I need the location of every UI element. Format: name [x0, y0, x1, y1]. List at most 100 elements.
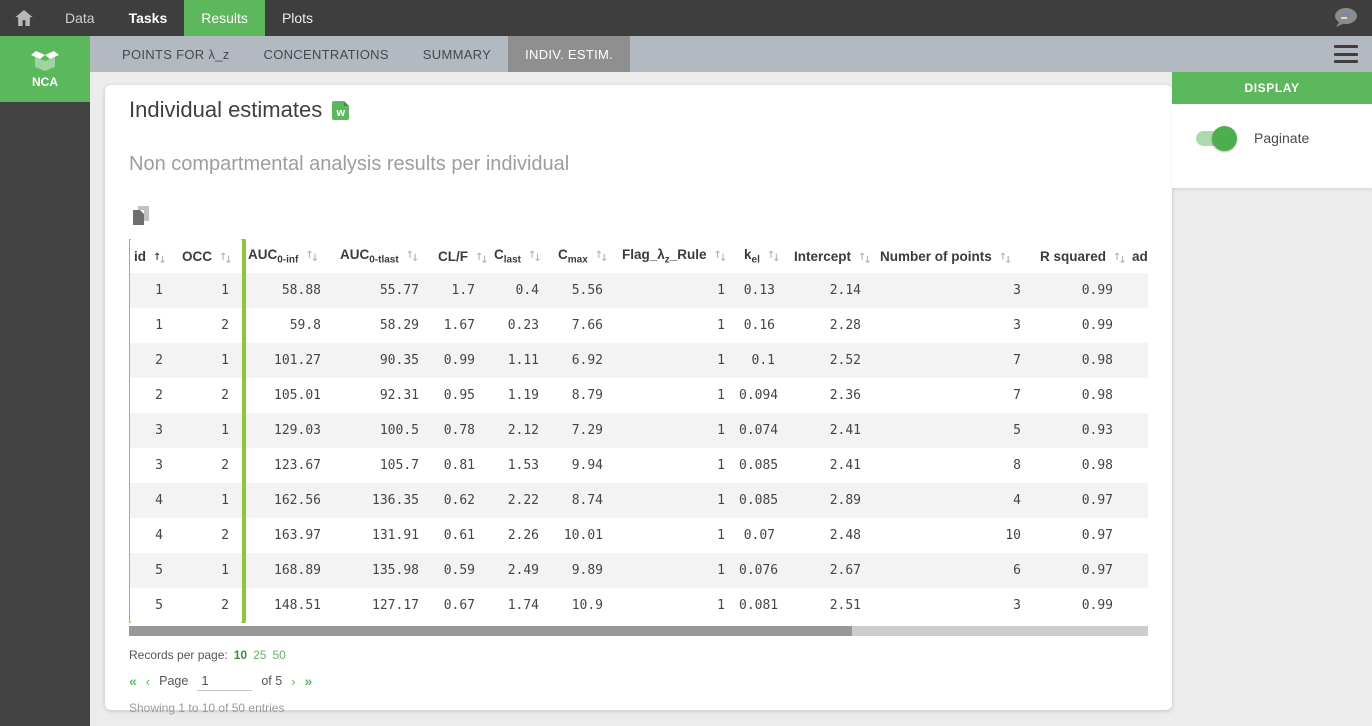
cell: 3	[1013, 283, 1021, 298]
sort-arrows-icon[interactable]: ↑↓	[595, 250, 609, 264]
cell: 0.61	[443, 528, 475, 543]
cell: 0.094	[739, 388, 779, 403]
cell: 1	[717, 493, 725, 508]
prev-page-button[interactable]: ‹	[146, 674, 150, 689]
records-option-50[interactable]: 50	[272, 648, 285, 662]
table-row: 1 1 58.88 55.77 1.7 0.4 5.56 1 0.13 2.14 3 0.99	[129, 273, 1148, 308]
table-row: 2 2 105.01 92.31 0.95 1.19 8.79 1 0.094 2.36 7 0.98	[129, 378, 1148, 413]
sort-arrows-icon[interactable]: ↑↓	[475, 252, 489, 266]
cell: 0.98	[1081, 353, 1113, 368]
cell: 0.97	[1081, 563, 1113, 578]
column-header-intercept[interactable]: Intercept ↑↓	[789, 239, 875, 273]
nav-item-data[interactable]: Data	[48, 0, 112, 36]
cell: 4	[155, 493, 163, 508]
menu-hamburger-icon[interactable]	[1334, 45, 1358, 63]
copy-table-icon[interactable]	[133, 206, 149, 225]
cell: 7.66	[571, 318, 603, 333]
sort-arrows-icon[interactable]: ↑↓	[528, 250, 542, 264]
nav-item-plots[interactable]: Plots	[265, 0, 330, 36]
page-title: Individual estimates	[129, 97, 323, 122]
column-header-cmax[interactable]: Cmax ↑↓	[553, 239, 617, 273]
sort-arrows-icon[interactable]: ↑↓	[1113, 252, 1127, 266]
cell: 1	[221, 283, 229, 298]
cell: 90.35	[379, 353, 419, 368]
cell: 0.98	[1081, 458, 1113, 473]
cell: 1.7	[451, 283, 475, 298]
column-header-flag-z-rule[interactable]: Flag_λz_Rule ↑↓	[617, 239, 739, 273]
cell: 105.01	[274, 388, 321, 403]
cell: 135.98	[372, 563, 419, 578]
home-button[interactable]	[0, 0, 48, 36]
cell: 2.28	[829, 318, 861, 333]
column-header-occ[interactable]: OCC ↑↓	[177, 239, 243, 273]
column-header-auc0-inf[interactable]: AUC0-inf ↑↓	[243, 239, 335, 273]
first-page-button[interactable]: «	[129, 673, 137, 689]
display-panel-header[interactable]: DISPLAY	[1172, 72, 1372, 104]
cell: 1	[717, 528, 725, 543]
last-page-button[interactable]: »	[305, 673, 313, 689]
feedback-button[interactable]	[1332, 0, 1358, 36]
cell: 1	[717, 353, 725, 368]
cell: 136.35	[372, 493, 419, 508]
cell: 0.23	[507, 318, 539, 333]
cell: 0.1	[751, 353, 775, 368]
column-header-id[interactable]: id ↑↓	[129, 239, 177, 273]
cell	[1127, 448, 1148, 483]
table-row: 4 1 162.56 136.35 0.62 2.22 8.74 1 0.085 2.89 4 0.9…	[129, 483, 1148, 518]
column-header-ad[interactable]: ad	[1127, 239, 1148, 273]
nav-item-tasks[interactable]: Tasks	[112, 0, 185, 36]
column-header-number-of-points[interactable]: Number of points ↑↓	[875, 239, 1035, 273]
horizontal-scrollbar-track[interactable]	[129, 626, 1148, 636]
sort-arrows-icon[interactable]: ↑↓	[219, 252, 233, 266]
results-table: id ↑↓ OCC ↑↓ AUC0-inf ↑↓ AUC0-tlast ↑↓ CL/F ↑↓ Cla…	[129, 239, 1148, 623]
sort-arrows-icon[interactable]: ↑↓	[406, 250, 420, 264]
horizontal-scrollbar-thumb[interactable]	[129, 626, 853, 636]
cell: 1	[221, 493, 229, 508]
cell: 2	[221, 598, 229, 613]
tab-concentrations[interactable]: CONCENTRATIONS	[247, 36, 406, 72]
cell: 1	[155, 318, 163, 333]
cell: 0.97	[1081, 528, 1113, 543]
cell	[1127, 413, 1148, 448]
next-page-button[interactable]: ›	[291, 674, 295, 689]
display-panel: Paginate	[1172, 104, 1372, 188]
sidebar-item-nca[interactable]: NCA	[0, 36, 90, 102]
page-number-input[interactable]	[197, 671, 253, 691]
table-row: 1 2 59.8 58.29 1.67 0.23 7.66 1 0.16 2.28 3 0.99	[129, 308, 1148, 343]
cell: 1	[221, 353, 229, 368]
column-header-clast[interactable]: Clast ↑↓	[489, 239, 553, 273]
nav-item-results[interactable]: Results	[184, 0, 265, 36]
cell: 0.4	[515, 283, 539, 298]
page-label: Page	[159, 674, 189, 688]
cell: 4	[1013, 493, 1021, 508]
cell: 1.74	[507, 598, 539, 613]
sort-arrows-icon[interactable]: ↑↓	[305, 250, 319, 264]
word-export-icon[interactable]: w	[332, 100, 350, 120]
table-header-row: id ↑↓ OCC ↑↓ AUC0-inf ↑↓ AUC0-tlast ↑↓ CL/F ↑↓ Cla…	[129, 239, 1148, 273]
cell: 1.19	[507, 388, 539, 403]
cell: 1	[717, 458, 725, 473]
tab-points-for-lambda-z[interactable]: POINTS FOR λ_z	[105, 36, 247, 72]
paginate-toggle[interactable]	[1196, 125, 1237, 151]
cell: 3	[155, 423, 163, 438]
cell: 4	[155, 528, 163, 543]
cell: 6.92	[571, 353, 603, 368]
records-option-10[interactable]: 10	[234, 648, 247, 662]
column-header-auc0-tlast[interactable]: AUC0-tlast ↑↓	[335, 239, 433, 273]
records-option-25[interactable]: 25	[253, 648, 266, 662]
cell: 0.99	[1081, 283, 1113, 298]
tab-summary[interactable]: SUMMARY	[406, 36, 508, 72]
column-header-kel[interactable]: kel ↑↓	[739, 239, 789, 273]
home-icon	[15, 10, 33, 26]
cell: 58.88	[281, 283, 321, 298]
cell: 5	[155, 598, 163, 613]
sort-arrows-icon[interactable]: ↑↓	[999, 252, 1013, 266]
sort-arrows-icon[interactable]: ↑↓	[153, 252, 167, 266]
column-header-cl-f[interactable]: CL/F ↑↓	[433, 239, 489, 273]
sort-arrows-icon[interactable]: ↑↓	[858, 252, 872, 266]
sort-arrows-icon[interactable]: ↑↓	[767, 250, 781, 264]
sort-arrows-icon[interactable]: ↑↓	[714, 250, 728, 264]
column-header-r-squared[interactable]: R squared ↑↓	[1035, 239, 1127, 273]
cell: 2.48	[829, 528, 861, 543]
tab-indiv-estim[interactable]: INDIV. ESTIM.	[508, 36, 631, 72]
